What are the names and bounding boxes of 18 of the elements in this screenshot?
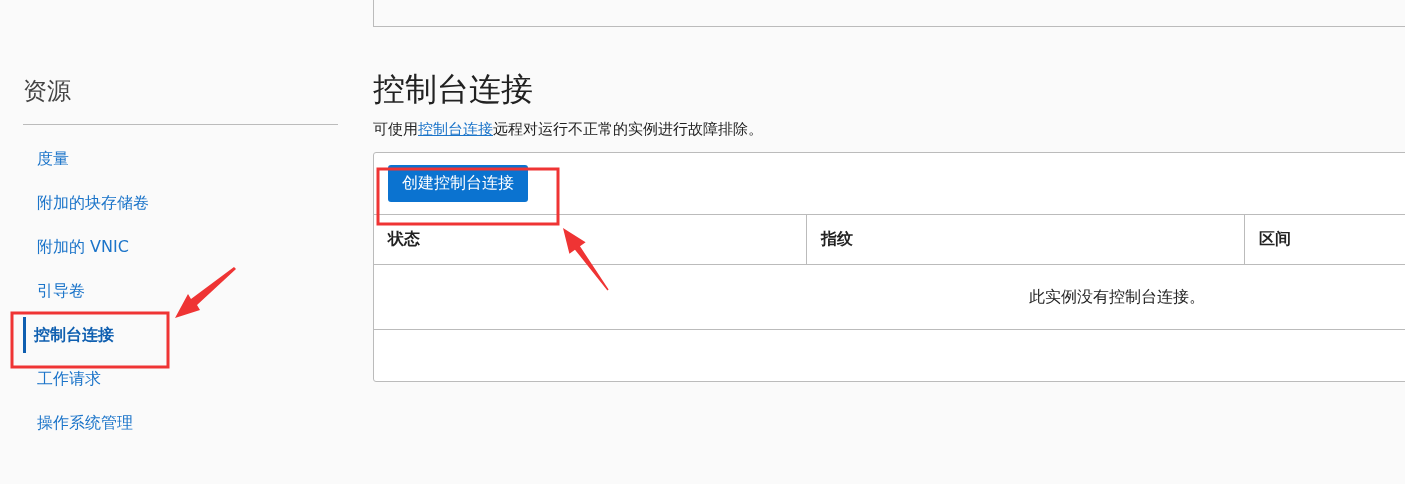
annotation-arrow [175, 267, 236, 318]
sidebar-link[interactable]: 控制台连接 [23, 317, 114, 353]
section-title: 控制台连接 [373, 69, 533, 110]
sidebar-link[interactable]: 度量 [23, 147, 69, 171]
column-header: 区间 [1258, 229, 1291, 248]
console-connection-link[interactable]: 控制台连接 [418, 120, 493, 138]
sidebar-link[interactable]: 附加的 VNIC [23, 235, 129, 259]
sidebar-link[interactable]: 工作请求 [23, 367, 101, 391]
sidebar-link[interactable]: 引导卷 [23, 279, 85, 303]
column-header: 状态 [388, 229, 420, 248]
empty-message: 此实例没有控制台连接。 [1029, 286, 1205, 306]
create-console-connection-button[interactable]: 创建控制台连接 [388, 165, 528, 202]
annotation-arrow [563, 228, 609, 291]
sidebar-link[interactable]: 附加的块存储卷 [23, 191, 149, 215]
column-header: 指纹 [820, 229, 853, 248]
sidebar-link[interactable]: 操作系统管理 [23, 411, 133, 435]
section-description: 可使用控制台连接远程对运行不正常的实例进行故障排除。 [373, 119, 763, 139]
sidebar-title: 资源 [23, 76, 71, 107]
